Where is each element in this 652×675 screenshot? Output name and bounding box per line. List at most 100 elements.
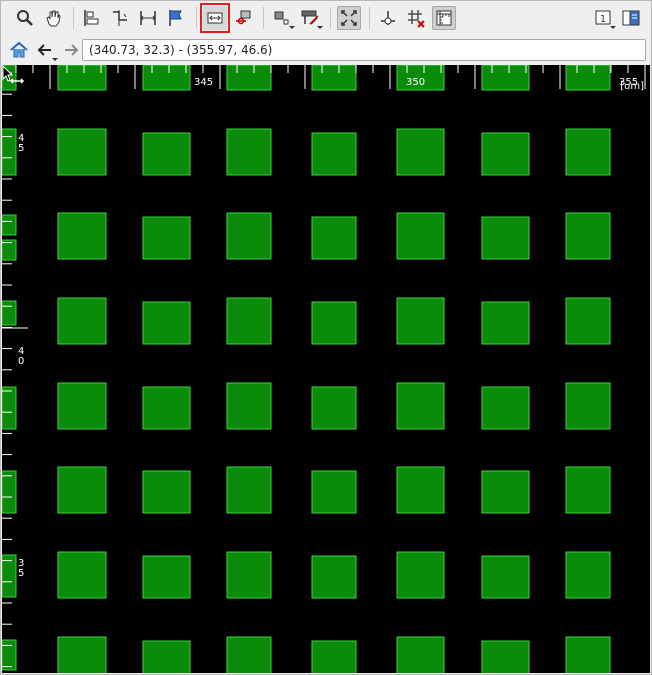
flag-button[interactable] <box>164 6 188 30</box>
toolbar-separator <box>369 7 370 29</box>
pad-square <box>226 636 272 673</box>
pad-square <box>565 636 611 673</box>
pad-square <box>565 382 611 430</box>
snap-point-button[interactable] <box>231 6 255 30</box>
navigation-bar: (340.73, 32.3) - (355.97, 46.6) <box>1 35 651 65</box>
pad-square <box>226 382 272 430</box>
align-step-button[interactable] <box>108 6 132 30</box>
origin-icon <box>381 11 395 25</box>
align-left-button[interactable] <box>80 6 104 30</box>
layer-select-icon <box>274 11 289 25</box>
pad-square <box>57 636 107 673</box>
toolbar-separator <box>330 7 331 29</box>
coordinate-readout-field[interactable]: (340.73, 32.3) - (355.97, 46.6) <box>82 39 646 61</box>
pad-square <box>481 640 530 673</box>
pad-square <box>142 555 191 599</box>
pad-square <box>481 301 530 345</box>
pan-tool-button[interactable] <box>41 6 65 30</box>
flag-icon <box>169 10 182 26</box>
measure-horizontal-button[interactable] <box>200 3 230 33</box>
pad-square-partial <box>2 300 17 326</box>
pad-square <box>57 382 107 430</box>
pad-square <box>142 65 191 91</box>
pad-square <box>142 386 191 430</box>
measure-horizontal-icon <box>207 12 223 24</box>
toolbar: 1 <box>1 1 651 35</box>
split-panel-button[interactable] <box>619 6 643 30</box>
text-tool-dropdown[interactable] <box>298 6 323 30</box>
pad-square <box>57 297 107 345</box>
fit-view-button[interactable] <box>337 6 361 30</box>
grid-off-icon <box>408 10 425 28</box>
text-tool-icon <box>301 10 319 25</box>
layout-viewer-window: 1 (340.73, 32.3) - (355.97, 46.6) 345 35… <box>0 0 652 675</box>
align-horizontal-icon <box>140 11 156 25</box>
page-select-dropdown[interactable]: 1 <box>591 6 616 30</box>
pad-square-partial <box>2 214 17 236</box>
pad-square <box>311 386 357 430</box>
pad-square <box>57 551 107 599</box>
ruler-x-label-350: 350 <box>406 77 426 88</box>
pad-square <box>396 636 445 673</box>
pad-square <box>311 216 357 260</box>
fit-view-icon <box>341 10 357 26</box>
pad-square-partial <box>2 386 17 430</box>
pad-square <box>226 212 272 260</box>
page-one-icon: 1 <box>595 10 611 25</box>
origin-button[interactable] <box>376 6 400 30</box>
pad-square <box>565 65 611 91</box>
pad-square-partial <box>2 554 17 598</box>
pad-square <box>311 65 357 91</box>
pad-square <box>226 466 272 514</box>
pad-square <box>481 216 530 260</box>
back-button[interactable] <box>33 38 58 62</box>
zoom-icon <box>17 10 33 26</box>
snap-point-icon <box>236 10 251 25</box>
pad-square <box>226 551 272 599</box>
zoom-tool-button[interactable] <box>13 6 37 30</box>
pad-square <box>311 132 357 176</box>
pad-square <box>142 470 191 514</box>
toolbar-separator <box>196 7 197 29</box>
pad-square <box>142 132 191 176</box>
pad-square <box>226 128 272 176</box>
pad-square <box>396 466 445 514</box>
pad-square <box>565 297 611 345</box>
pad-square <box>311 640 357 673</box>
ruler-x-label-345: 345 <box>194 77 214 88</box>
pad-square-partial <box>2 470 17 514</box>
pad-square <box>481 132 530 176</box>
pad-square <box>481 65 530 91</box>
ruler-icon <box>436 10 452 26</box>
home-button[interactable] <box>7 38 31 62</box>
pad-square <box>226 297 272 345</box>
page-one-label: 1 <box>600 14 606 25</box>
pad-square <box>226 65 272 91</box>
forward-button[interactable] <box>59 38 83 62</box>
ruler-unit-label: [um] <box>620 81 644 92</box>
pad-square <box>311 301 357 345</box>
pad-square <box>142 640 191 673</box>
ruler-toggle-button[interactable] <box>432 6 456 30</box>
grid-off-button[interactable] <box>404 6 428 30</box>
home-icon <box>10 41 28 58</box>
layer-select-dropdown[interactable] <box>270 6 295 30</box>
pan-hand-icon <box>46 10 61 27</box>
pad-square <box>142 216 191 260</box>
toolbar-separator <box>263 7 264 29</box>
back-arrow-icon <box>37 44 51 56</box>
align-step-icon <box>113 10 127 26</box>
pad-square <box>311 555 357 599</box>
pad-square <box>396 297 445 345</box>
ruler-y-label-35: 3 5 <box>18 558 25 579</box>
ruler-y-label-40: 4 0 <box>18 346 25 367</box>
layout-drawing <box>2 65 646 673</box>
layout-canvas[interactable]: 345 350 355 [um] 4 5 4 0 3 5 <box>2 65 650 673</box>
pad-square <box>311 470 357 514</box>
forward-arrow-icon <box>65 44 79 56</box>
pad-square <box>481 470 530 514</box>
align-horizontal-button[interactable] <box>136 6 160 30</box>
pad-square <box>142 301 191 345</box>
pad-square-partial <box>2 639 17 671</box>
pad-square <box>481 386 530 430</box>
